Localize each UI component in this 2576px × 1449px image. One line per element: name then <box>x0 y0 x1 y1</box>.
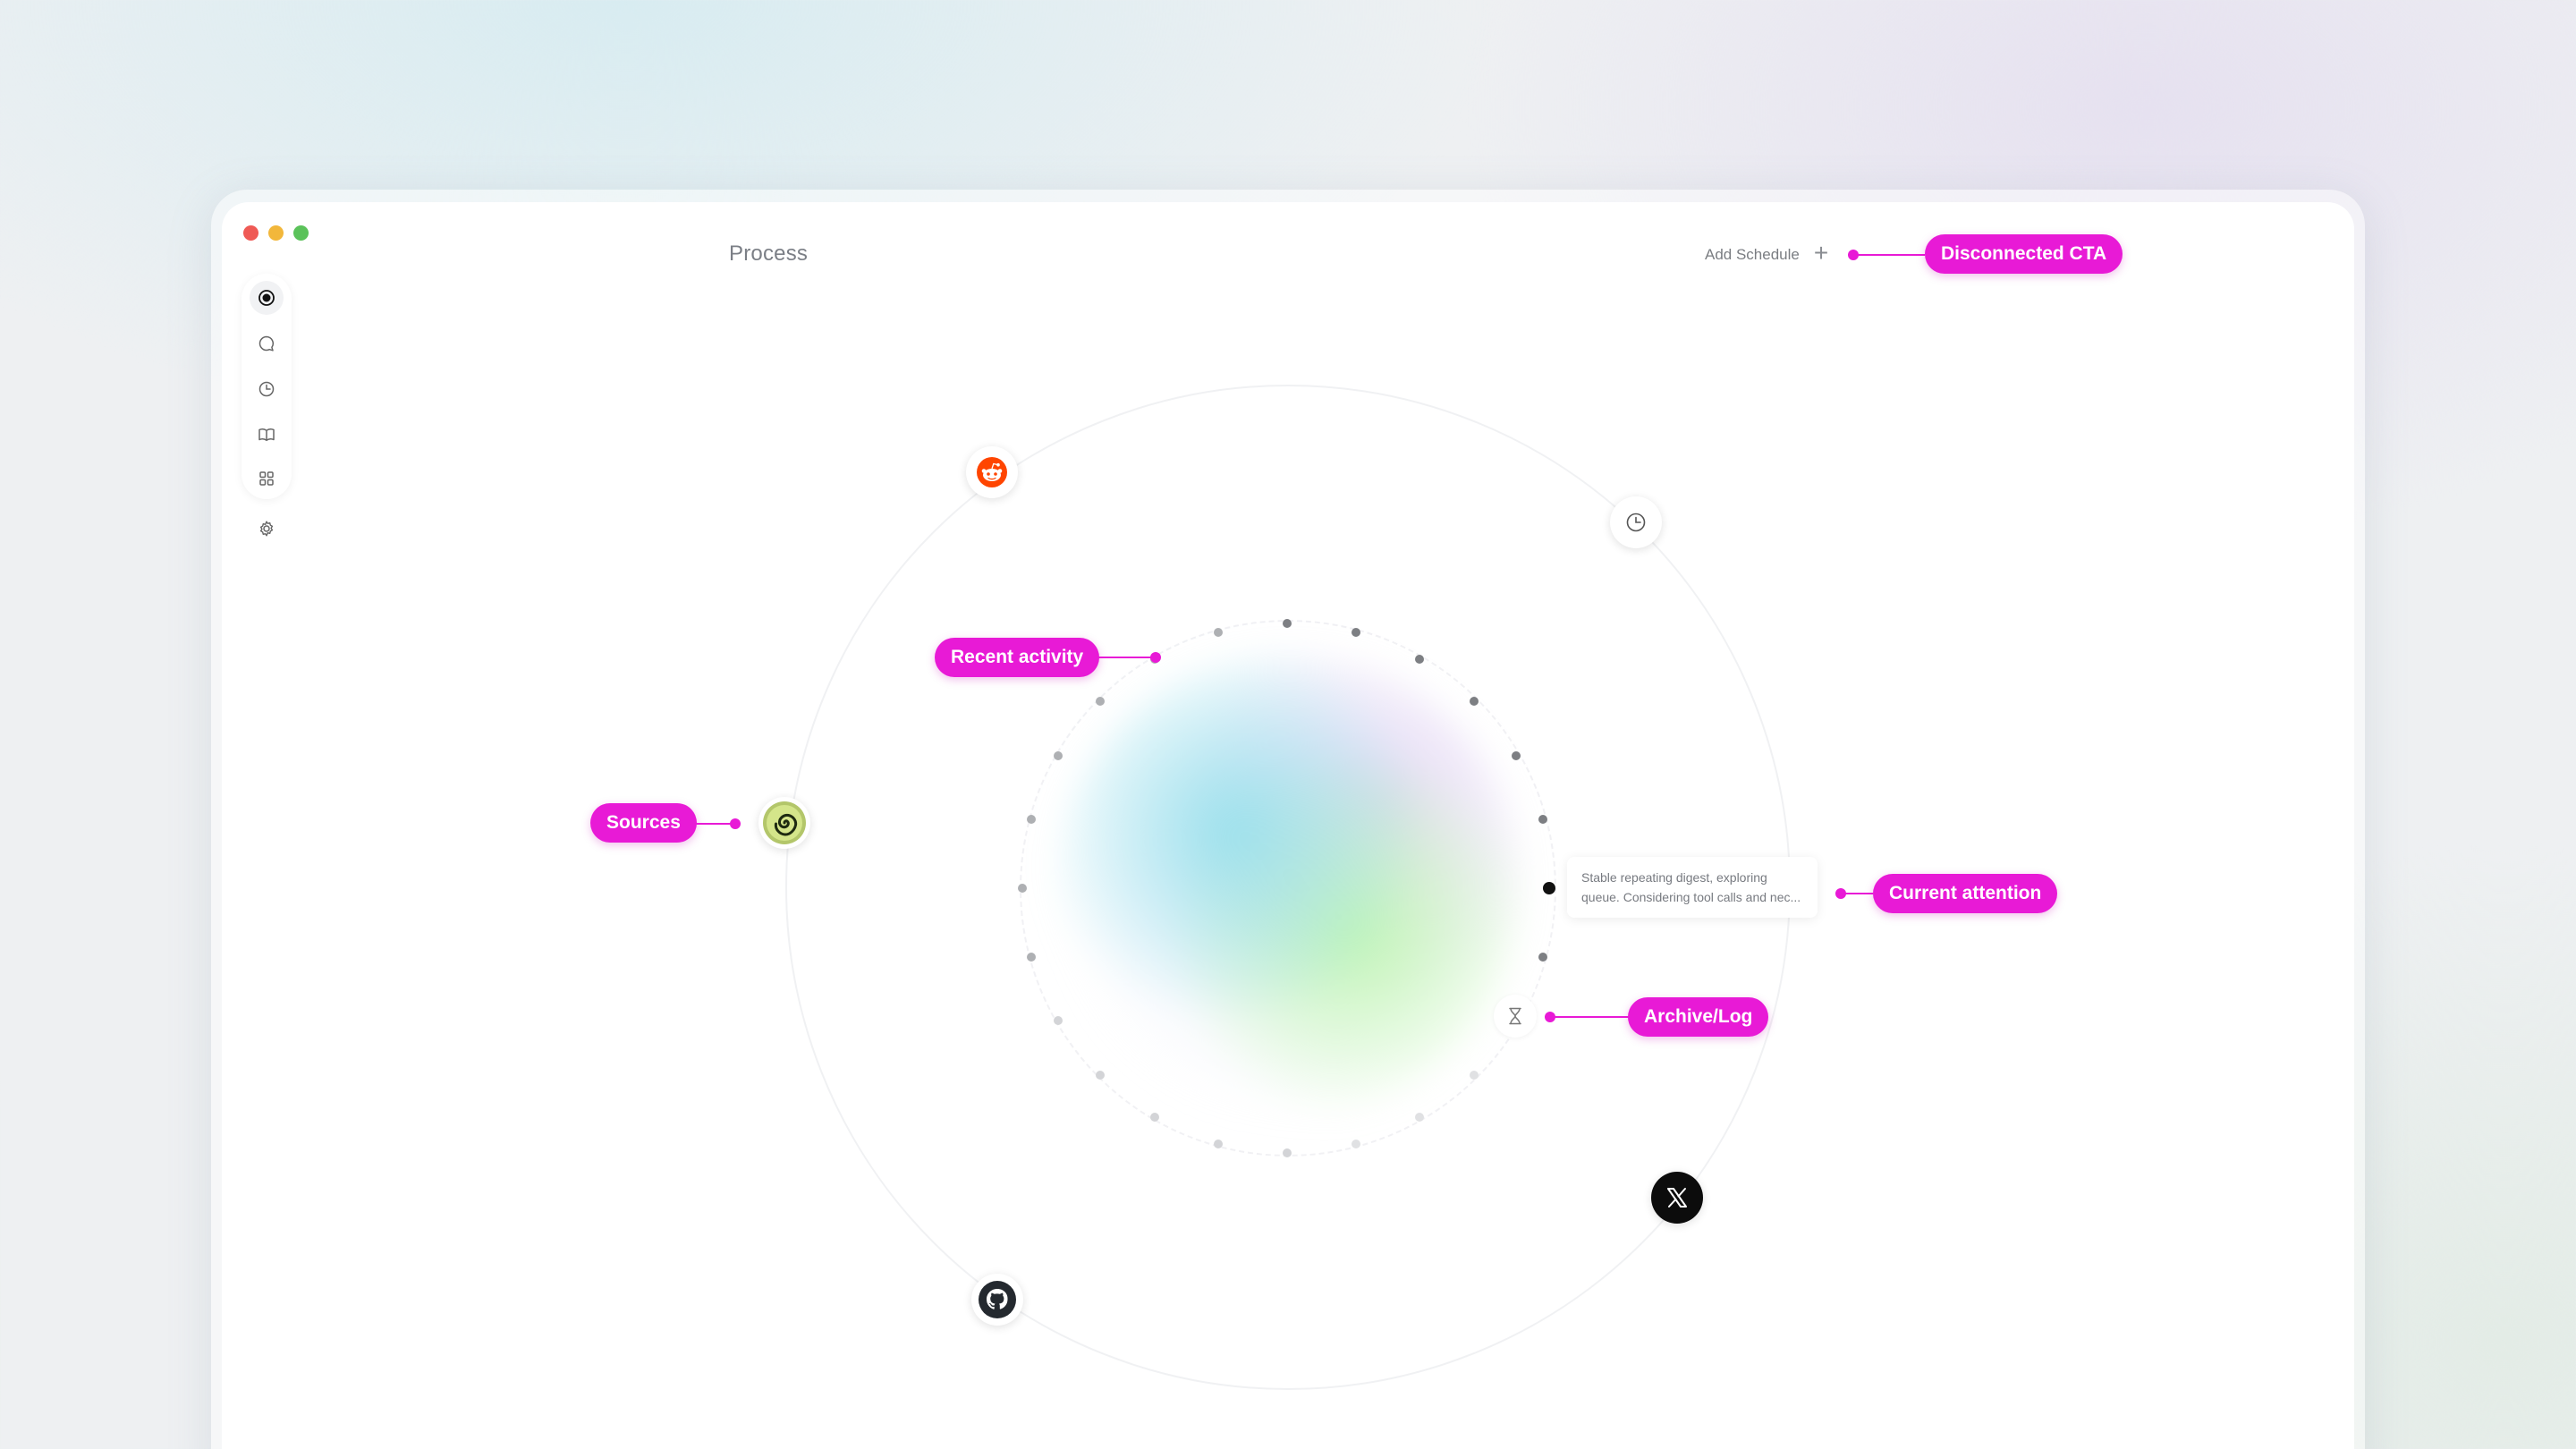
hourglass-icon <box>1509 1007 1521 1025</box>
reddit-icon <box>977 457 1007 487</box>
recent-activity-anchor <box>1150 652 1161 663</box>
source-x[interactable] <box>1651 1172 1703 1224</box>
callout-disconnected-cta: Disconnected CTA <box>1925 234 2123 274</box>
add-schedule-label: Add Schedule <box>1705 245 1800 263</box>
activity-dot <box>1415 1113 1424 1123</box>
source-spiral[interactable] <box>758 797 810 849</box>
add-schedule-button[interactable]: Add Schedule + <box>1705 239 1829 267</box>
maximize-window-button[interactable] <box>293 225 309 241</box>
activity-dot <box>1538 952 1547 962</box>
archive-log-button[interactable] <box>1494 995 1537 1038</box>
source-schedule[interactable] <box>1610 496 1662 548</box>
gear-icon <box>259 521 274 537</box>
activity-dot <box>1053 1016 1063 1025</box>
activity-dot <box>1214 1139 1224 1148</box>
activity-dot <box>1095 696 1105 706</box>
sidebar-item-library[interactable] <box>253 421 280 448</box>
current-attention-card[interactable]: Stable repeating digest, exploring queue… <box>1567 857 1818 918</box>
current-attention-leader <box>1841 893 1873 894</box>
source-github[interactable] <box>971 1274 1023 1326</box>
current-attention-dot <box>1543 882 1555 894</box>
grid-icon <box>259 471 274 486</box>
sidebar-item-apps[interactable] <box>253 465 280 492</box>
callout-recent-activity: Recent activity <box>935 638 1100 677</box>
activity-dot <box>1283 1148 1292 1157</box>
activity-dot <box>1214 628 1224 638</box>
activity-dot <box>1027 952 1037 962</box>
activity-dot <box>1053 751 1063 760</box>
callout-archive-log: Archive/Log <box>1628 997 1769 1037</box>
activity-dot <box>1415 654 1424 664</box>
spiral-icon <box>763 801 806 844</box>
x-logo-icon <box>1667 1188 1687 1208</box>
sidebar-item-history[interactable] <box>253 376 280 402</box>
sidebar-item-chat[interactable] <box>253 330 280 357</box>
plus-icon: + <box>1813 239 1829 267</box>
activity-dot <box>1283 619 1292 628</box>
archive-log-leader <box>1550 1016 1629 1018</box>
activity-dot <box>1150 1113 1159 1123</box>
activity-dot <box>1538 815 1547 825</box>
callout-current-attention: Current attention <box>1873 874 2058 913</box>
page-title: Process <box>729 242 809 266</box>
attention-text-line-1: Stable repeating digest, exploring <box>1581 870 1767 885</box>
sidebar-item-process[interactable] <box>250 281 284 315</box>
clock-icon <box>258 381 275 397</box>
sidebar-item-settings[interactable] <box>253 515 280 542</box>
source-reddit[interactable] <box>966 446 1018 498</box>
chat-bubble-icon <box>258 335 274 352</box>
activity-dot <box>1351 628 1360 638</box>
github-icon <box>979 1281 1016 1318</box>
callout-sources: Sources <box>590 803 697 843</box>
book-icon <box>258 428 275 442</box>
minimize-window-button[interactable] <box>268 225 284 241</box>
activity-dot <box>1095 1071 1105 1080</box>
activity-dot <box>1018 884 1027 893</box>
recent-activity-leader <box>1095 657 1156 658</box>
radio-dot-icon <box>258 290 275 306</box>
activity-dot <box>1351 1139 1360 1148</box>
activity-dot <box>1512 751 1521 760</box>
activity-dot <box>1027 815 1037 825</box>
close-window-button[interactable] <box>243 225 258 241</box>
disconnected-cta-leader <box>1853 254 1925 256</box>
process-orb <box>1055 653 1521 1118</box>
clock-icon <box>1626 513 1646 532</box>
activity-dot <box>1470 696 1479 706</box>
sources-anchor <box>730 818 741 829</box>
activity-dot <box>1470 1071 1479 1080</box>
attention-text-line-2: queue. Considering tool calls and nec... <box>1581 890 1801 904</box>
